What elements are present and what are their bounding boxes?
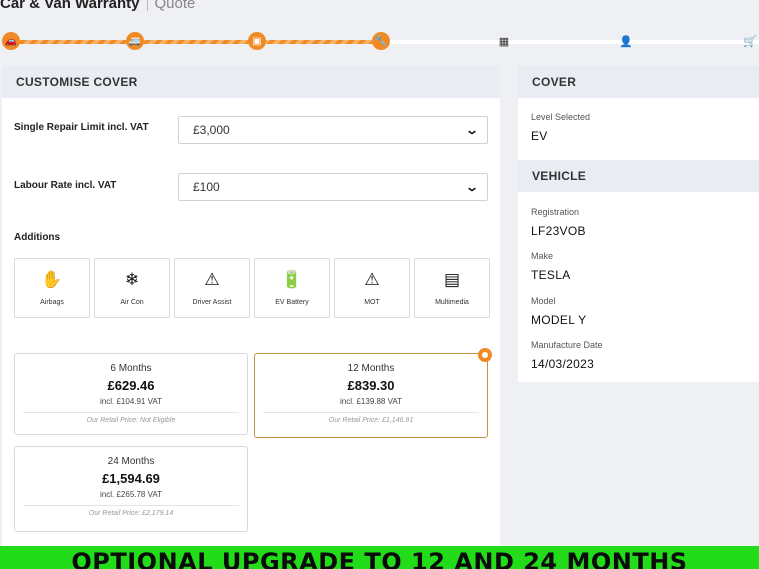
level-selected-label: Level Selected bbox=[531, 112, 591, 122]
labour-rate-value: £100 bbox=[193, 180, 220, 194]
level-selected-value: EV bbox=[531, 129, 548, 143]
addon-label: Air Con bbox=[120, 298, 144, 306]
page-subtitle: Quote bbox=[154, 0, 196, 12]
page-title: Car & Van Warranty bbox=[0, 0, 140, 12]
plan-divider bbox=[23, 505, 239, 506]
plan-term: 24 Months bbox=[107, 456, 155, 467]
labour-rate-label: Labour Rate incl. VAT bbox=[14, 180, 117, 191]
summary-panel: COVER Level Selected EV VEHICLE Registra… bbox=[518, 66, 759, 382]
cart-icon: 🛒 bbox=[743, 35, 757, 48]
plan-retail-price: Our Retail Price: £2,179.14 bbox=[88, 510, 174, 517]
plan-vat: incl. £139.88 VAT bbox=[340, 397, 402, 406]
upgrade-banner: OPTIONAL UPGRADE TO 12 AND 24 MONTHS bbox=[0, 546, 759, 569]
registration-value: LF23VOB bbox=[531, 224, 586, 238]
page-header: Car & Van Warranty Quote bbox=[0, 0, 195, 13]
vehicle-heading: VEHICLE bbox=[518, 160, 759, 192]
make-value: TESLA bbox=[531, 268, 571, 282]
plan-vat: incl. £265.78 VAT bbox=[100, 490, 162, 499]
plan-term: 6 Months bbox=[110, 363, 152, 374]
model-value: MODEL Y bbox=[531, 313, 587, 327]
addon-label: Airbags bbox=[40, 298, 64, 306]
progress-track-complete bbox=[10, 40, 382, 44]
id-card-icon[interactable]: ▣ bbox=[248, 32, 266, 50]
addon-multimedia[interactable]: ▤ Multimedia bbox=[414, 258, 490, 318]
chevron-down-icon: ⌄ bbox=[464, 180, 480, 194]
plan-price: £839.30 bbox=[347, 378, 395, 393]
make-label: Make bbox=[531, 251, 554, 261]
plan-divider bbox=[263, 412, 479, 413]
plan-24-months[interactable]: 24 Months £1,594.69 incl. £265.78 VAT Ou… bbox=[14, 446, 248, 532]
plan-retail-price: Our Retail Price: Not Eligible bbox=[86, 417, 176, 424]
addon-mot[interactable]: ⚠ MOT bbox=[334, 258, 410, 318]
snowflake-icon: ❄ bbox=[124, 269, 140, 289]
addon-driver-assist[interactable]: ⚠ Driver Assist bbox=[174, 258, 250, 318]
plan-vat: incl. £104.91 VAT bbox=[100, 397, 162, 406]
plan-price: £1,594.69 bbox=[102, 471, 160, 486]
addon-airbags[interactable]: ✋ Airbags bbox=[14, 258, 90, 318]
battery-icon: 🔋 bbox=[281, 269, 303, 289]
repair-limit-select[interactable]: £3,000 ⌄ bbox=[178, 116, 488, 144]
airbag-icon: ✋ bbox=[41, 269, 63, 289]
progress-stepper: 🚗 🚐 ▣ 🔧 ▦ 👤 🛒 bbox=[0, 31, 759, 53]
wrench-icon[interactable]: 🔧 bbox=[372, 32, 390, 50]
repair-limit-label: Single Repair Limit incl. VAT bbox=[14, 122, 149, 133]
user-icon: 👤 bbox=[619, 35, 633, 48]
addon-ev-battery[interactable]: 🔋 EV Battery bbox=[254, 258, 330, 318]
plan-term: 12 Months bbox=[347, 363, 395, 374]
plan-price: £629.46 bbox=[107, 378, 155, 393]
cover-heading: COVER bbox=[518, 66, 759, 98]
addon-label: Multimedia bbox=[435, 298, 469, 306]
addon-air-con[interactable]: ❄ Air Con bbox=[94, 258, 170, 318]
calendar-icon: ▦ bbox=[498, 35, 510, 48]
manufacture-date-value: 14/03/2023 bbox=[531, 357, 595, 371]
driver-assist-icon: ⚠ bbox=[204, 269, 220, 289]
plan-6-months[interactable]: 6 Months £629.46 incl. £104.91 VAT Our R… bbox=[14, 353, 248, 435]
mot-icon: ⚠ bbox=[364, 269, 380, 289]
plan-divider bbox=[23, 412, 239, 413]
plan-retail-price: Our Retail Price: £1,146.91 bbox=[328, 417, 414, 424]
addon-label: Driver Assist bbox=[192, 298, 232, 306]
additions-label: Additions bbox=[14, 232, 61, 243]
van-icon[interactable]: 🚐 bbox=[126, 32, 144, 50]
upgrade-banner-text: OPTIONAL UPGRADE TO 12 AND 24 MONTHS bbox=[71, 548, 688, 569]
addon-label: EV Battery bbox=[275, 298, 309, 306]
progress-track-remaining bbox=[382, 40, 759, 44]
customise-cover-heading: CUSTOMISE COVER bbox=[2, 66, 500, 98]
plan-12-months[interactable]: 12 Months £839.30 incl. £139.88 VAT Our … bbox=[254, 348, 492, 438]
chevron-down-icon: ⌄ bbox=[464, 123, 480, 137]
manufacture-date-label: Manufacture Date bbox=[531, 340, 603, 350]
model-label: Model bbox=[531, 296, 556, 306]
registration-label: Registration bbox=[531, 207, 580, 217]
addon-label: MOT bbox=[364, 298, 380, 306]
labour-rate-select[interactable]: £100 ⌄ bbox=[178, 173, 488, 201]
customise-cover-panel: CUSTOMISE COVER Single Repair Limit incl… bbox=[2, 66, 500, 556]
multimedia-icon: ▤ bbox=[443, 269, 461, 289]
repair-limit-value: £3,000 bbox=[193, 123, 230, 137]
header-divider bbox=[146, 0, 148, 11]
car-icon[interactable]: 🚗 bbox=[2, 32, 20, 50]
selected-radio-icon[interactable] bbox=[478, 348, 492, 362]
